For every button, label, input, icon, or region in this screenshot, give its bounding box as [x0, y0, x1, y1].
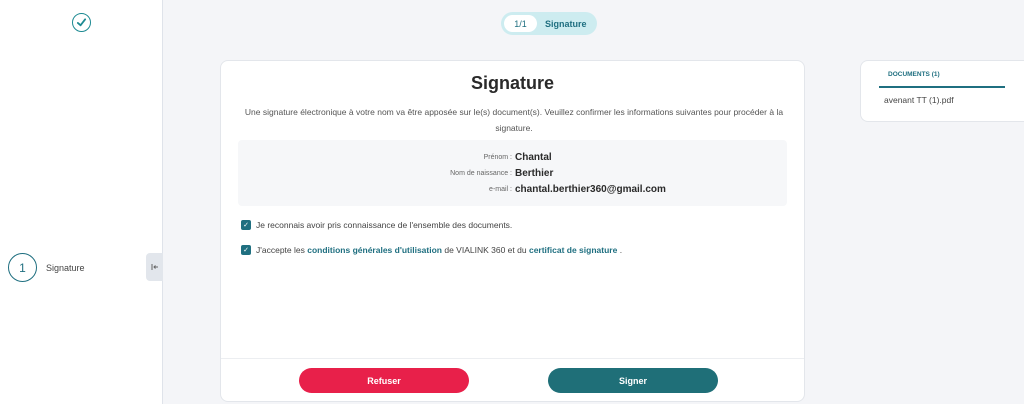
info-row-email: e-mail : chantal.berthier360@gmail.com [238, 181, 787, 197]
info-row-birth-name: Nom de naissance : Berthier [238, 165, 787, 181]
sidebar: 1 Signature [0, 0, 163, 404]
certificate-link[interactable]: certificat de signature [529, 245, 617, 255]
progress-count: 1/1 [504, 15, 537, 32]
documents-panel: DOCUMENTS (1) avenant TT (1).pdf [860, 60, 1024, 122]
terms-suffix: . [619, 245, 623, 255]
documents-checkbox-label: Je reconnais avoir pris connaissance de … [256, 220, 513, 230]
progress-title: Signature [545, 18, 587, 29]
step-number: 1 [8, 253, 37, 282]
sign-button[interactable]: Signer [548, 368, 718, 393]
terms-prefix: J'accepte les [256, 245, 305, 255]
email-value: chantal.berthier360@gmail.com [515, 183, 666, 195]
terms-acceptance: ✓ J'accepte les conditions générales d'u… [241, 245, 622, 255]
sidebar-step-signature[interactable]: 1 Signature [8, 253, 85, 282]
info-row-first-name: Prénom : Chantal [238, 149, 787, 165]
progress-indicator: 1/1 Signature [501, 12, 597, 35]
terms-checkbox-label: J'accepte les conditions générales d'uti… [256, 245, 622, 255]
birth-name-label: Nom de naissance : [450, 169, 512, 177]
terms-middle: de VIALINK 360 et du [444, 245, 527, 255]
first-name-label: Prénom : [483, 153, 512, 161]
email-label: e-mail : [489, 185, 512, 193]
signature-card: Signature Une signature électronique à v… [220, 60, 805, 402]
terms-link[interactable]: conditions générales d'utilisation [307, 245, 442, 255]
refuse-button[interactable]: Refuser [299, 368, 469, 393]
card-divider [221, 358, 804, 359]
birth-name-value: Berthier [515, 167, 554, 179]
documents-acknowledgement: ✓ Je reconnais avoir pris connaissance d… [241, 220, 512, 230]
step-label: Signature [46, 262, 85, 273]
page-title: Signature [470, 73, 554, 93]
first-name-value: Chantal [515, 151, 552, 163]
signature-description: Une signature électronique à votre nom v… [244, 107, 784, 133]
signer-info-box: Prénom : Chantal Nom de naissance : Bert… [238, 140, 787, 206]
documents-tab-underline [879, 86, 1005, 88]
check-circle-icon [72, 13, 91, 32]
collapse-left-icon [151, 264, 158, 270]
documents-tab[interactable]: DOCUMENTS (1) [888, 71, 940, 78]
collapse-sidebar-button[interactable] [146, 253, 163, 281]
document-item[interactable]: avenant TT (1).pdf [884, 95, 954, 105]
documents-checkbox[interactable]: ✓ [241, 220, 251, 230]
terms-checkbox[interactable]: ✓ [241, 245, 251, 255]
